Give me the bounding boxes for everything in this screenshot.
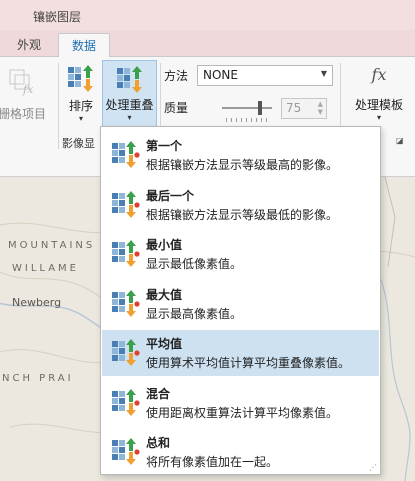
menu-item[interactable]: 最小值显示最低像素值。 <box>102 231 379 277</box>
process-overlap-label: 处理重叠 <box>105 98 154 112</box>
sort-button[interactable]: 排序 ▾ <box>62 62 100 124</box>
overlap-method-icon <box>110 287 140 319</box>
process-overlap-button[interactable]: 处理重叠 ▾ <box>102 60 157 132</box>
menu-item-description: 使用算术平均值计算平均重叠像素值。 <box>146 356 351 370</box>
overlap-icon <box>116 66 142 93</box>
contextual-tab-header: 镶嵌图层 <box>0 0 415 30</box>
overlap-method-icon <box>110 138 140 170</box>
chevron-down-icon: ▼ <box>320 69 327 78</box>
ribbon-divider <box>58 63 59 149</box>
chevron-down-icon: ▾ <box>78 114 83 123</box>
menu-item-title: 最小值 <box>146 238 183 252</box>
menu-item-description: 根据镶嵌方法显示等级最高的影像。 <box>146 158 339 172</box>
quality-label: 质量 <box>164 101 189 115</box>
chevron-down-icon: ▾ <box>127 113 132 122</box>
slider-ticks <box>226 118 270 122</box>
menu-item-description: 将所有像素值加在一起。 <box>146 455 279 469</box>
menu-item-title: 混合 <box>146 386 171 401</box>
overlap-method-icon <box>110 336 140 368</box>
contextual-tab-title: 镶嵌图层 <box>33 10 82 24</box>
menu-item-title: 最大值 <box>146 287 183 302</box>
menu-item[interactable]: 最后一个根据镶嵌方法显示等级最低的影像。 <box>102 182 379 228</box>
method-value: NONE <box>203 68 238 82</box>
menu-item[interactable]: 平均值使用算术平均值计算平均重叠像素值。 <box>102 330 379 376</box>
menu-item[interactable]: 总和将所有像素值加在一起。 <box>102 429 379 475</box>
processing-template-button[interactable]: fx 处理模板 ▾ <box>346 60 412 123</box>
sort-label: 排序 <box>68 99 93 113</box>
group-label-image-display: 影像显 <box>62 137 95 150</box>
overlap-method-icon <box>110 188 140 220</box>
slider-thumb[interactable] <box>258 101 262 115</box>
overlap-method-icon <box>110 237 140 269</box>
method-dropdown[interactable]: NONE ▼ <box>197 65 333 86</box>
quality-slider[interactable] <box>222 101 272 115</box>
processing-template-label: 处理模板 <box>354 98 403 112</box>
menu-item-description: 显示最低像素值。 <box>146 257 243 271</box>
function-template-icon: fx <box>371 65 387 84</box>
ribbon-tab-strip: 外观 数据 <box>0 30 415 58</box>
overlap-method-icon <box>110 435 140 467</box>
raster-item-fx-glyph: fx <box>22 83 34 96</box>
map-label-prairie: NCH PRAI <box>2 373 74 384</box>
raster-item-button[interactable]: fx 栅格项目 <box>0 65 54 122</box>
menu-item-title: 总和 <box>146 436 171 450</box>
sort-icon <box>68 65 93 92</box>
menu-item-title: 最后一个 <box>146 188 195 203</box>
menu-item-description: 显示最高像素值。 <box>146 306 243 321</box>
raster-item-label: 栅格项目 <box>0 107 46 121</box>
menu-item[interactable]: 第一个根据镶嵌方法显示等级最高的影像。 <box>102 132 379 178</box>
menu-item-title: 第一个 <box>146 139 183 153</box>
map-label-mountains: MOUNTAINS <box>8 240 96 251</box>
quality-value: 75 <box>286 101 302 115</box>
overlap-method-icon <box>110 386 140 418</box>
dialog-launcher-icon[interactable]: ◪ <box>396 136 404 145</box>
tab-appearance[interactable]: 外观 <box>17 36 41 57</box>
quality-input[interactable]: 75 ▲ ▼ <box>281 98 327 119</box>
map-label-willamette: WILLAME <box>12 263 79 274</box>
spinner-icon[interactable]: ▲ ▼ <box>318 100 323 116</box>
map-label-newberg: Newberg <box>12 296 62 309</box>
tab-data[interactable]: 数据 <box>58 33 110 58</box>
chevron-down-icon: ▾ <box>376 113 381 122</box>
menu-item[interactable]: 最大值显示最高像素值。 <box>102 281 379 327</box>
resize-grip-icon[interactable]: ⋰ <box>369 463 377 472</box>
menu-item[interactable]: 混合使用距离权重算法计算平均像素值。 <box>102 380 379 426</box>
menu-item-title: 平均值 <box>146 337 183 351</box>
raster-item-icon: fx <box>9 69 34 96</box>
method-label: 方法 <box>164 69 189 83</box>
menu-item-description: 根据镶嵌方法显示等级最低的影像。 <box>146 207 339 222</box>
overlap-method-menu: 第一个 根据镶嵌方法显示等级最高的影像。 最后一个 根据镶嵌方法显示等级最低的影像。最… <box>100 126 381 475</box>
slider-track <box>222 107 272 109</box>
menu-item-description: 使用距离权重算法计算平均像素值。 <box>146 405 339 420</box>
